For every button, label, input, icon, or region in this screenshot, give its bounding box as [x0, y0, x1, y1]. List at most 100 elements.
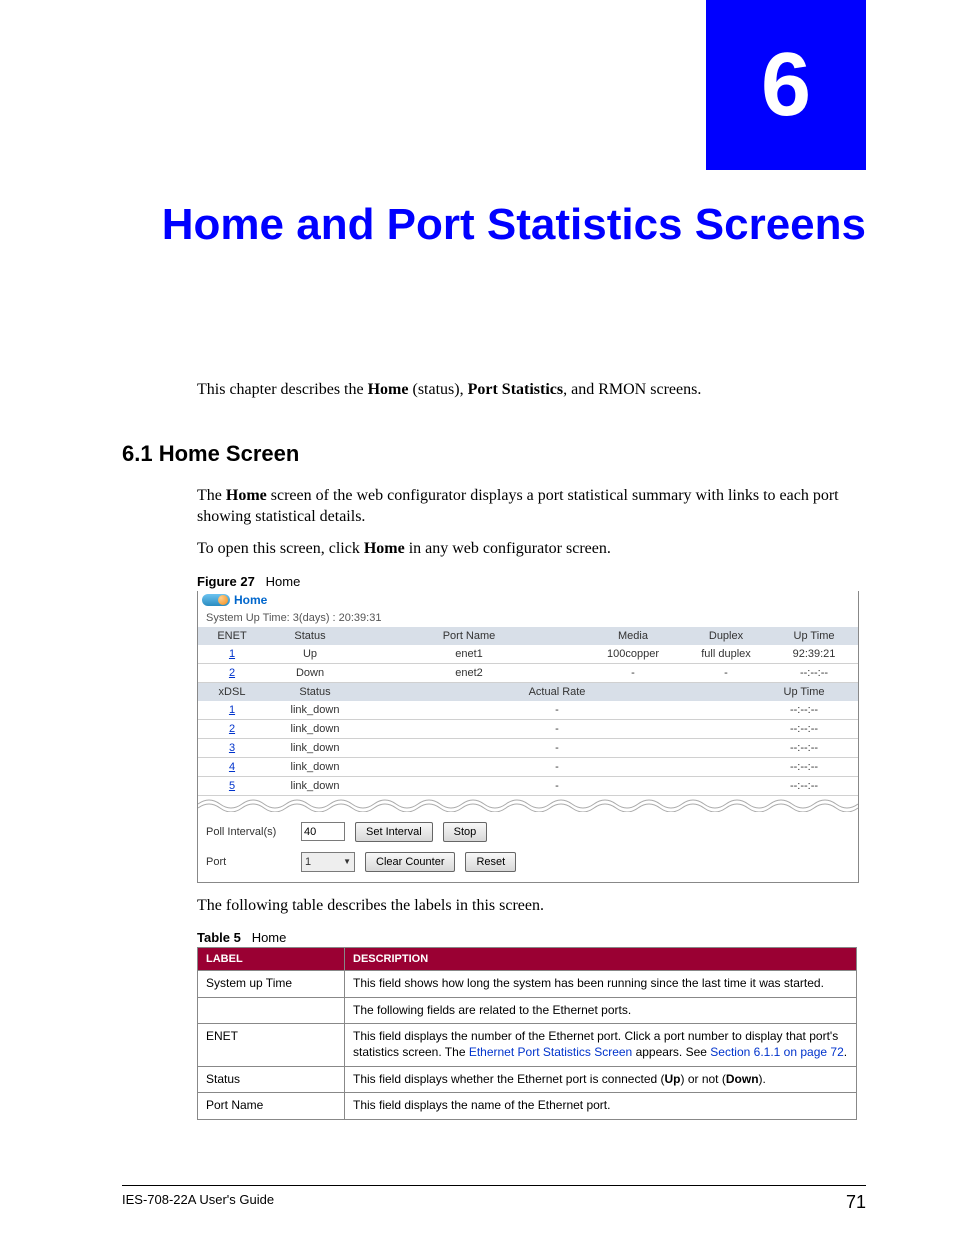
table-row: 1 Up enet1 100copper full duplex 92:39:2… [198, 645, 858, 664]
col-portname: Port Name [354, 627, 584, 645]
paragraph: The following table describes the labels… [197, 895, 866, 917]
col-rate: Actual Rate [364, 683, 750, 701]
col-media: Media [584, 627, 682, 645]
xdsl-table: xDSL Status Actual Rate Up Time 1 link_d… [198, 683, 858, 796]
text-bold: Home [364, 540, 405, 557]
port-select-value: 1 [305, 856, 311, 868]
text-bold: Down [726, 1072, 759, 1086]
port-row: Port 1 ▼ Clear Counter Reset [206, 852, 850, 872]
table-caption: Table 5 Home [197, 930, 866, 945]
table-label: Table 5 [197, 930, 241, 945]
cell-rate: - [364, 776, 750, 795]
footer-guide-name: IES-708-22A User's Guide [122, 1192, 274, 1213]
cell-uptime: --:--:-- [770, 663, 858, 682]
col-uptime: Up Time [770, 627, 858, 645]
port-link[interactable]: 1 [229, 704, 235, 716]
controls-area: Poll Interval(s) Set Interval Stop Port … [198, 812, 858, 882]
cell-desc: This field displays whether the Ethernet… [345, 1066, 857, 1093]
cell-uptime: --:--:-- [750, 757, 858, 776]
text-bold: Home [368, 381, 409, 398]
table-header-row: LABEL DESCRIPTION [198, 948, 857, 971]
port-select[interactable]: 1 ▼ [301, 852, 355, 872]
text: This chapter describes the [197, 381, 368, 398]
cell-rate: - [364, 738, 750, 757]
table-row: 1 link_down - --:--:-- [198, 701, 858, 720]
cell-label: Port Name [198, 1093, 345, 1120]
figure-title: Home [266, 574, 301, 589]
port-link[interactable]: 4 [229, 761, 235, 773]
paragraph: The Home screen of the web configurator … [197, 485, 866, 528]
screen-title: Home [234, 593, 267, 607]
page-footer: IES-708-22A User's Guide 71 [122, 1185, 866, 1213]
torn-edge-divider [198, 796, 858, 812]
bullet-icon [202, 594, 230, 606]
text: appears. See [632, 1045, 710, 1059]
poll-interval-label: Poll Interval(s) [206, 826, 291, 838]
text: , and RMON screens. [563, 381, 701, 398]
chevron-down-icon: ▼ [343, 857, 351, 866]
cell-duplex: full duplex [682, 645, 770, 664]
col-status: Status [266, 627, 354, 645]
reset-button[interactable]: Reset [465, 852, 516, 872]
text: The [197, 487, 226, 504]
cross-ref-link[interactable]: Ethernet Port Statistics Screen [469, 1045, 632, 1059]
cell-rate: - [364, 719, 750, 738]
cell-name: enet2 [354, 663, 584, 682]
table-row: ENET This field displays the number of t… [198, 1024, 857, 1066]
table-header-row: ENET Status Port Name Media Duplex Up Ti… [198, 627, 858, 645]
set-interval-button[interactable]: Set Interval [355, 822, 433, 842]
text-bold: Port Statistics [468, 381, 564, 398]
cross-ref-link[interactable]: Section 6.1.1 on page 72 [710, 1045, 843, 1059]
text: . [844, 1045, 847, 1059]
section-heading: 6.1 Home Screen [122, 441, 866, 467]
label-description-table: LABEL DESCRIPTION System up Time This fi… [197, 947, 857, 1120]
table-row: 2 Down enet2 - - --:--:-- [198, 663, 858, 682]
col-uptime: Up Time [750, 683, 858, 701]
cell-rate: - [364, 701, 750, 720]
table-header-row: xDSL Status Actual Rate Up Time [198, 683, 858, 701]
stop-button[interactable]: Stop [443, 822, 488, 842]
table-row: 4 link_down - --:--:-- [198, 757, 858, 776]
cell-status: link_down [266, 738, 364, 757]
chapter-number: 6 [761, 34, 811, 137]
col-status: Status [266, 683, 364, 701]
cell-status: Up [266, 645, 354, 664]
cell-label: ENET [198, 1024, 345, 1066]
cell-status: link_down [266, 776, 364, 795]
cell-media: - [584, 663, 682, 682]
cell-status: Down [266, 663, 354, 682]
enet-table: ENET Status Port Name Media Duplex Up Ti… [198, 627, 858, 683]
chapter-intro: This chapter describes the Home (status)… [197, 380, 866, 401]
text: To open this screen, click [197, 540, 364, 557]
cell-uptime: --:--:-- [750, 776, 858, 795]
text: This field displays whether the Ethernet… [353, 1072, 665, 1086]
text: ). [759, 1072, 766, 1086]
page-number: 71 [846, 1192, 866, 1213]
cell-uptime: 92:39:21 [770, 645, 858, 664]
cell-status: link_down [266, 701, 364, 720]
port-link[interactable]: 3 [229, 742, 235, 754]
cell-duplex: - [682, 663, 770, 682]
table-title: Home [252, 930, 287, 945]
text: screen of the web configurator displays … [197, 487, 839, 526]
cell-rate: - [364, 757, 750, 776]
figure-label: Figure 27 [197, 574, 255, 589]
cell-uptime: --:--:-- [750, 738, 858, 757]
poll-interval-input[interactable] [301, 822, 345, 841]
port-label: Port [206, 856, 291, 868]
port-link[interactable]: 2 [229, 667, 235, 679]
table-row: 3 link_down - --:--:-- [198, 738, 858, 757]
cell-label [198, 997, 345, 1024]
port-link[interactable]: 1 [229, 648, 235, 660]
cell-media: 100copper [584, 645, 682, 664]
clear-counter-button[interactable]: Clear Counter [365, 852, 455, 872]
chapter-number-box: 6 [706, 0, 866, 170]
port-link[interactable]: 2 [229, 723, 235, 735]
cell-desc: This field displays the name of the Ethe… [345, 1093, 857, 1120]
text: ) or not ( [681, 1072, 726, 1086]
text-bold: Up [665, 1072, 681, 1086]
text-bold: Home [226, 487, 267, 504]
paragraph: To open this screen, click Home in any w… [197, 538, 866, 560]
port-link[interactable]: 5 [229, 780, 235, 792]
figure-caption: Figure 27 Home [197, 574, 866, 589]
